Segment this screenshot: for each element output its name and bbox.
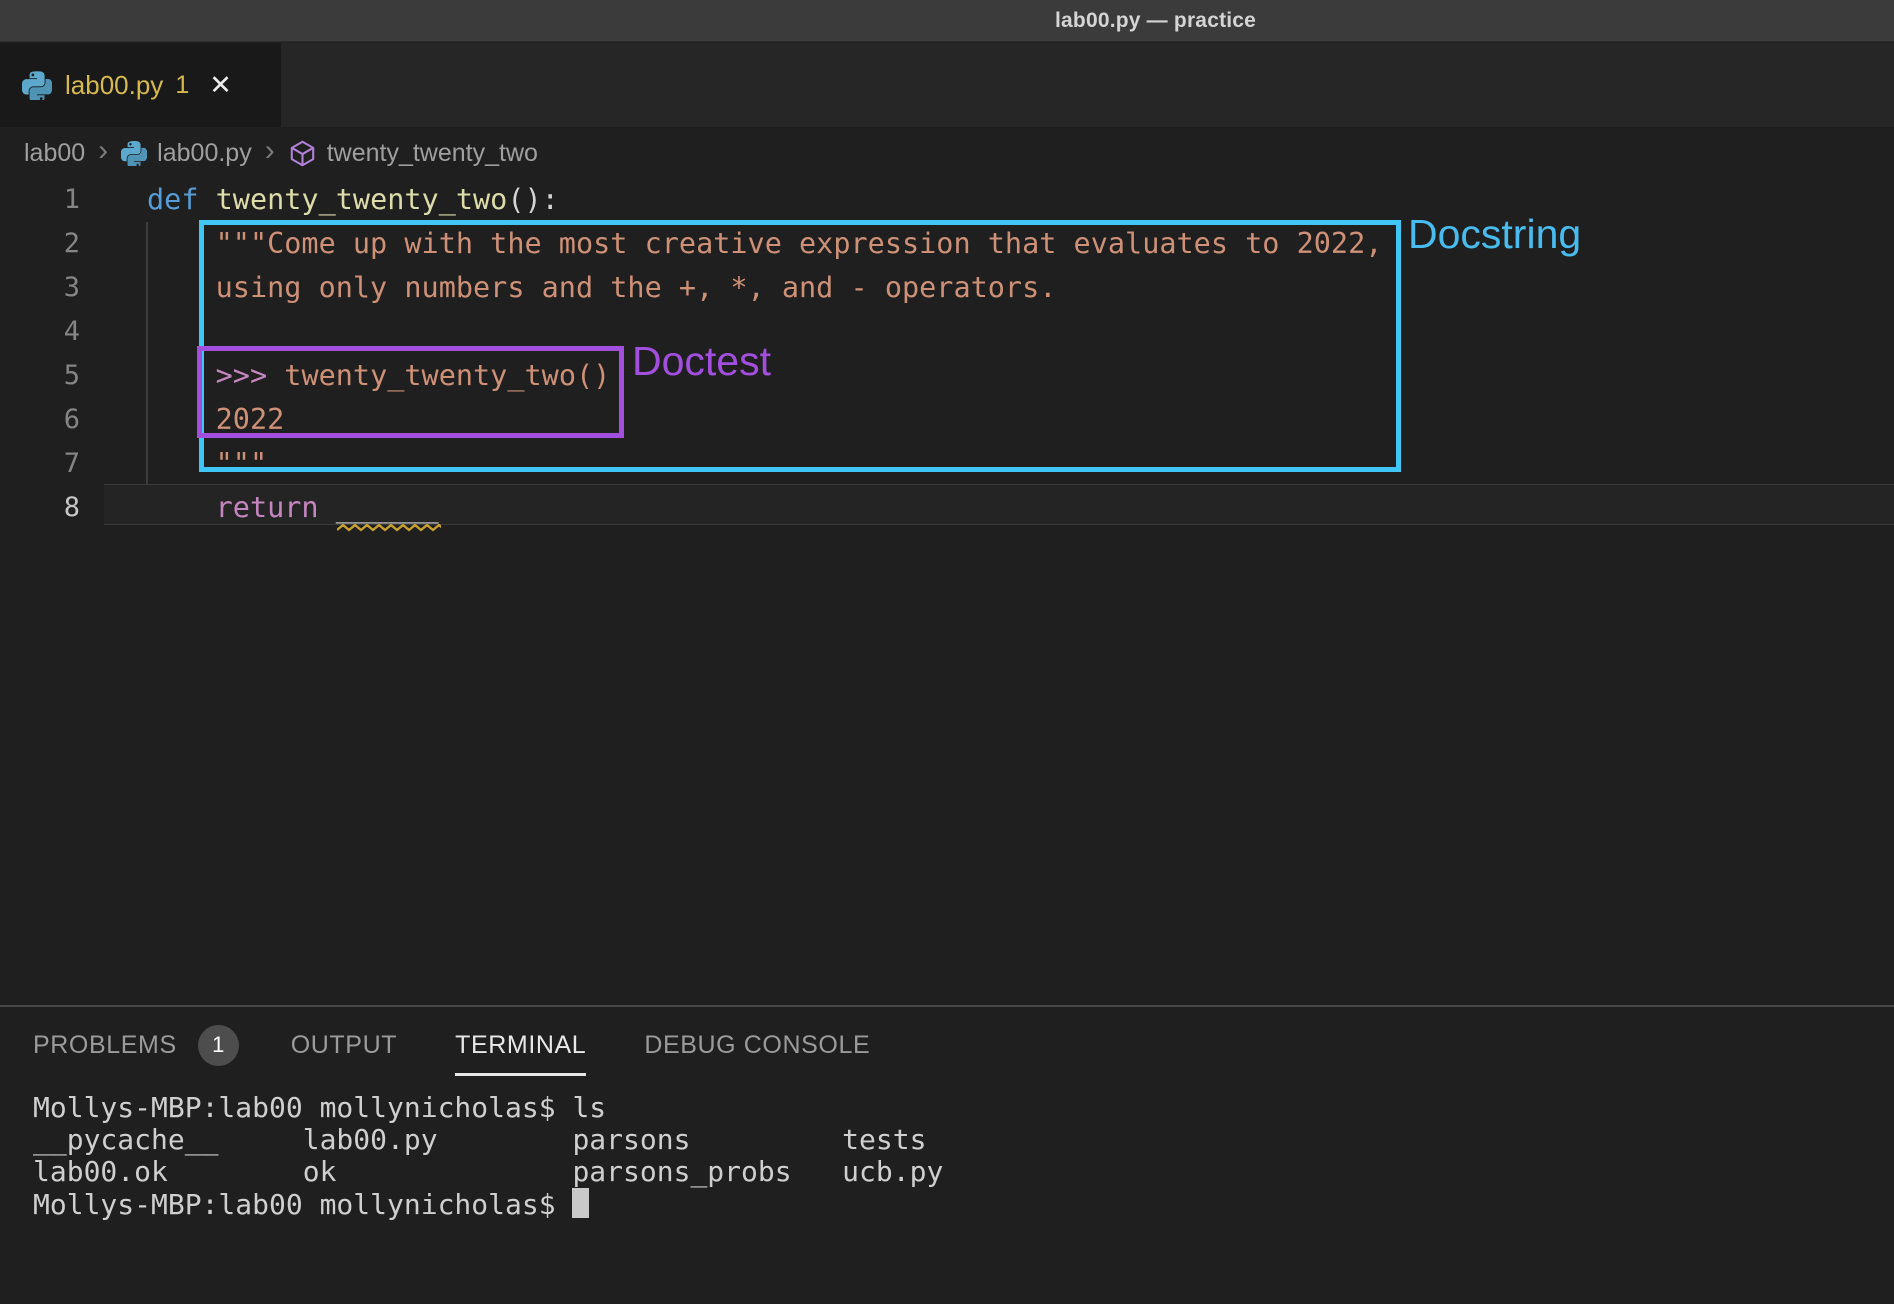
panel-tab-debug-console[interactable]: DEBUG CONSOLE xyxy=(644,1031,870,1060)
line-number[interactable]: 5 xyxy=(0,354,80,398)
titlebar: lab00.py — practice xyxy=(0,0,1894,42)
terminal-line: lab00.ok ok parsons_probs ucb.py xyxy=(33,1156,1894,1188)
code-text: return ______ xyxy=(147,486,439,530)
code-text: """ xyxy=(147,442,267,486)
terminal-cursor xyxy=(572,1188,589,1218)
code-line-7[interactable]: 7 """ xyxy=(0,442,1894,486)
breadcrumb: lab00 › lab00.py › twenty_twenty_two xyxy=(24,130,538,176)
code-line-3[interactable]: 3 using only numbers and the +, *, and -… xyxy=(0,266,1894,310)
code-line-4[interactable]: 4 xyxy=(0,310,1894,354)
code-line-5[interactable]: 5 >>> twenty_twenty_two() xyxy=(0,354,1894,398)
window-title: lab00.py — practice xyxy=(1055,0,1256,42)
docstring-annotation-label: Docstring xyxy=(1408,211,1581,258)
symbol-cube-icon xyxy=(288,139,317,168)
code-line-8[interactable]: 8 return ______ xyxy=(0,486,1894,530)
panel-tab-terminal[interactable]: TERMINAL xyxy=(455,1031,586,1060)
code-text: """Come up with the most creative expres… xyxy=(147,222,1382,266)
problems-count-badge: 1 xyxy=(198,1025,239,1066)
code-text: using only numbers and the +, *, and - o… xyxy=(147,266,1056,310)
terminal-line: Mollys-MBP:lab00 mollynicholas$ ls xyxy=(33,1092,1894,1124)
line-number[interactable]: 4 xyxy=(0,310,80,354)
tab-filename: lab00.py xyxy=(65,70,163,101)
breadcrumb-item-twenty_twenty_two[interactable]: twenty_twenty_two xyxy=(327,139,538,168)
close-icon[interactable]: ✕ xyxy=(209,72,232,99)
warning-squiggle-icon xyxy=(337,524,441,533)
line-number[interactable]: 7 xyxy=(0,442,80,486)
breadcrumb-item-lab00[interactable]: lab00 xyxy=(24,139,85,168)
python-icon xyxy=(22,70,52,100)
panel-tab-problems[interactable]: PROBLEMS xyxy=(33,1031,177,1060)
terminal-line: __pycache__ lab00.py parsons tests xyxy=(33,1124,1894,1156)
line-number[interactable]: 6 xyxy=(0,398,80,442)
tab-problems-badge: 1 xyxy=(175,71,189,100)
code-text: 2022 xyxy=(147,398,284,442)
breadcrumb-separator: › xyxy=(98,134,108,168)
code-line-1[interactable]: 1 def twenty_twenty_two(): xyxy=(0,178,1894,222)
panel-tab-output[interactable]: OUTPUT xyxy=(291,1031,397,1060)
code-line-2[interactable]: 2 """Come up with the most creative expr… xyxy=(0,222,1894,266)
doctest-annotation-label: Doctest xyxy=(632,338,771,385)
tab-lab00py[interactable]: lab00.py 1 ✕ xyxy=(0,43,281,127)
code-line-6[interactable]: 6 2022 xyxy=(0,398,1894,442)
panel-tab-bar: PROBLEMS 1 OUTPUT TERMINAL DEBUG CONSOLE xyxy=(0,1007,1894,1083)
line-number[interactable]: 1 xyxy=(0,178,80,222)
terminal-output[interactable]: Mollys-MBP:lab00 mollynicholas$ ls__pyca… xyxy=(33,1092,1894,1221)
code-text: def twenty_twenty_two(): xyxy=(147,178,559,222)
line-number[interactable]: 3 xyxy=(0,266,80,310)
python-icon xyxy=(121,140,147,166)
missing-expression-blank: ______ xyxy=(336,491,439,524)
editor[interactable]: 1def twenty_twenty_two():2 """Come up wi… xyxy=(0,178,1894,530)
tab-strip: lab00.py 1 ✕ xyxy=(0,43,1894,127)
code-text: >>> twenty_twenty_two() xyxy=(147,354,610,398)
line-number[interactable]: 2 xyxy=(0,222,80,266)
vscode-window: lab00.py — practice lab00.py 1 ✕ lab00›l… xyxy=(0,0,1894,1304)
breadcrumb-item-lab00.py[interactable]: lab00.py xyxy=(157,139,252,168)
terminal-line: Mollys-MBP:lab00 mollynicholas$ xyxy=(33,1188,1894,1221)
breadcrumb-separator: › xyxy=(265,134,275,168)
line-number[interactable]: 8 xyxy=(0,486,80,530)
